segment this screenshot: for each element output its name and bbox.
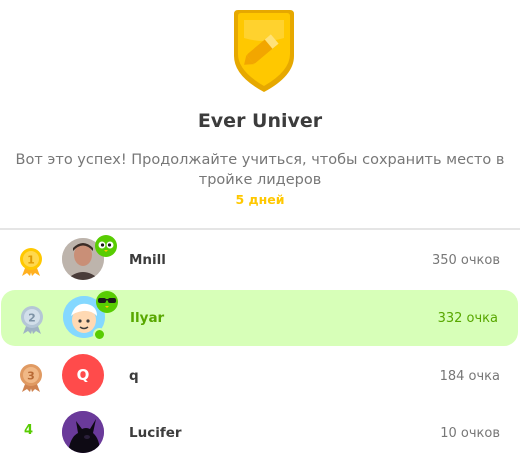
divider (0, 228, 520, 230)
medal-rank: 2 (28, 312, 36, 325)
user-points: 350 очков (431, 253, 500, 268)
rank-number: 4 (24, 423, 34, 438)
avatar-letter: Q (76, 366, 90, 384)
dark-character-avatar-icon (62, 411, 104, 453)
leaderboard-row[interactable]: 1 Mnill 350 очков (0, 232, 520, 288)
sunglasses-owl-sticker-icon (96, 291, 118, 313)
streak-label: 5 дней (235, 192, 285, 207)
user-points: 10 очков (440, 426, 500, 441)
user-name: Lucifer (129, 425, 182, 441)
pencil-shield-icon (234, 10, 294, 92)
silver-medal-icon: 2 (21, 306, 43, 334)
duo-owl-sticker-icon (95, 235, 117, 257)
league-title: Ever Univer (197, 110, 323, 132)
medal-rank: 3 (27, 370, 35, 383)
gold-medal-icon: 1 (20, 248, 42, 276)
avatar[interactable] (62, 411, 104, 453)
user-points: 184 очка (439, 369, 500, 384)
league-message: Вот это успех! Продолжайте учиться, чтоб… (15, 152, 505, 188)
online-status-indicator (93, 328, 106, 341)
medal-rank: 1 (27, 254, 35, 267)
leaderboard-row-current-user[interactable]: 2 Ilyar 332 очка (1, 290, 518, 346)
leaderboard-row[interactable]: 3 Q q 184 очка (0, 348, 520, 404)
user-name: q (129, 368, 139, 384)
avatar[interactable]: Q (62, 354, 104, 396)
user-points: 332 очка (437, 311, 498, 326)
user-name: Mnill (129, 252, 166, 268)
leaderboard-row[interactable]: 4 Lucifer 10 очков (0, 405, 520, 461)
bronze-medal-icon: 3 (20, 364, 42, 392)
user-name: Ilyar (130, 310, 165, 326)
